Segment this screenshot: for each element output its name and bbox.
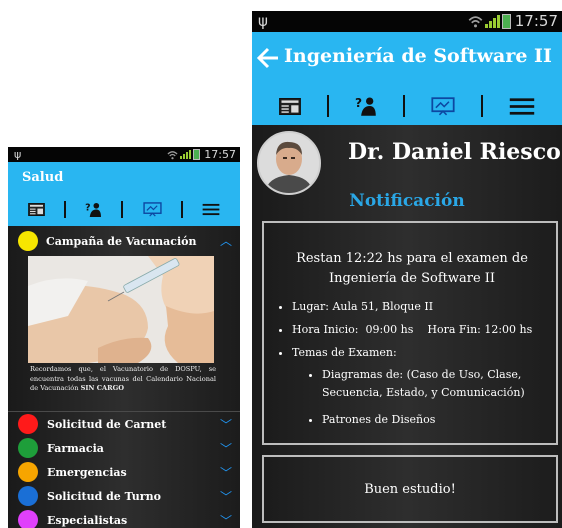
caption-emphasis: SIN CARGO bbox=[80, 384, 124, 392]
toolbar-divider bbox=[481, 95, 483, 117]
menu-icon[interactable] bbox=[202, 203, 220, 216]
icon-toolbar: ? bbox=[8, 193, 240, 226]
status-dot-orange bbox=[18, 462, 38, 482]
right-phone: ψ 17:57 Ingeniería de Software II ? Dr. … bbox=[252, 11, 562, 528]
menu-item-label: Farmacia bbox=[47, 441, 104, 455]
back-arrow-icon[interactable] bbox=[256, 47, 280, 69]
toolbar-divider bbox=[121, 201, 124, 218]
app-bar: Salud bbox=[8, 162, 240, 193]
menu-item-label: Solicitud de Carnet bbox=[47, 417, 167, 431]
caption: Recordamos que, el Vacunatorio de DOSPU,… bbox=[30, 365, 216, 394]
status-dot-pink bbox=[18, 510, 38, 528]
status-dot-blue bbox=[18, 486, 38, 506]
left-phone: ψ 17:57 Salud ? Campaña de Vacunación ︿ … bbox=[8, 147, 240, 528]
closing-message-box: Buen estudio! bbox=[262, 455, 558, 523]
teacher-name: Dr. Daniel Riesco bbox=[348, 139, 561, 165]
usb-icon: ψ bbox=[14, 148, 22, 161]
app-title: Salud bbox=[22, 170, 64, 185]
menu-icon[interactable] bbox=[509, 97, 535, 116]
app-title: Ingeniería de Software II bbox=[284, 45, 552, 67]
notification-title: Notificación bbox=[349, 191, 465, 211]
message-intro: Restan 12:22 hs para el examen de Ingeni… bbox=[296, 251, 528, 286]
toolbar-divider bbox=[63, 201, 66, 218]
status-dot-yellow bbox=[18, 231, 38, 251]
vaccination-image bbox=[28, 256, 214, 363]
menu-item-label: Solicitud de Turno bbox=[47, 489, 161, 503]
status-bar: ψ 17:57 bbox=[252, 11, 562, 32]
chevron-down-icon[interactable]: ﹀ bbox=[220, 488, 232, 505]
presentation-icon[interactable] bbox=[143, 202, 162, 217]
chevron-down-icon[interactable]: ﹀ bbox=[220, 464, 232, 481]
question-person-icon[interactable]: ? bbox=[85, 202, 102, 217]
battery-icon bbox=[193, 149, 201, 160]
menu-item-label: Emergencias bbox=[47, 465, 127, 479]
message-bullets: Lugar: Aula 51, Bloque II Hora Inicio: 0… bbox=[274, 295, 550, 364]
bullet-item: Lugar: Aula 51, Bloque II bbox=[292, 295, 550, 318]
signal-icon bbox=[180, 150, 192, 159]
presentation-icon[interactable] bbox=[431, 96, 455, 116]
newspaper-icon[interactable] bbox=[279, 97, 301, 115]
toolbar-divider bbox=[327, 95, 329, 117]
avatar bbox=[257, 131, 321, 195]
battery-icon bbox=[501, 14, 511, 29]
menu-item-solicitud-turno[interactable]: Solicitud de Turno ﹀ bbox=[8, 484, 240, 508]
closing-text: Buen estudio! bbox=[364, 481, 456, 497]
chevron-down-icon[interactable]: ﹀ bbox=[220, 512, 232, 528]
svg-text:?: ? bbox=[85, 202, 90, 213]
signal-icon bbox=[484, 15, 500, 28]
section-campaign-header[interactable]: Campaña de Vacunación ︿ bbox=[8, 230, 240, 252]
menu-item-solicitud-carnet[interactable]: Solicitud de Carnet ﹀ bbox=[8, 412, 240, 436]
status-time: 17:57 bbox=[514, 12, 558, 30]
content-area: Dr. Daniel Riesco Notificación Restan 12… bbox=[252, 125, 562, 528]
chevron-up-icon[interactable]: ︿ bbox=[220, 232, 232, 249]
status-bar: ψ 17:57 bbox=[8, 147, 240, 162]
section-label: Campaña de Vacunación bbox=[46, 234, 197, 248]
notification-message-box: Restan 12:22 hs para el examen de Ingeni… bbox=[262, 221, 558, 445]
menu-item-farmacia[interactable]: Farmacia ﹀ bbox=[8, 436, 240, 460]
content-area: Campaña de Vacunación ︿ Recordamos que, … bbox=[8, 226, 240, 528]
sub-bullet-item: Diagramas de: (Caso de Uso, Clase, Secue… bbox=[322, 366, 550, 402]
chevron-down-icon[interactable]: ﹀ bbox=[220, 440, 232, 457]
menu-item-emergencias[interactable]: Emergencias ﹀ bbox=[8, 460, 240, 484]
bullet-item: Hora Inicio: 09:00 hs Hora Fin: 12:00 hs bbox=[292, 318, 550, 341]
menu-item-especialistas[interactable]: Especialistas ﹀ bbox=[8, 508, 240, 528]
menu-item-label: Especialistas bbox=[47, 513, 128, 527]
message-sub-bullets: Diagramas de: (Caso de Uso, Clase, Secue… bbox=[274, 366, 550, 429]
toolbar-divider bbox=[181, 201, 184, 218]
status-dot-red bbox=[18, 414, 38, 434]
toolbar-divider bbox=[403, 95, 405, 117]
wifi-icon bbox=[468, 16, 483, 28]
wifi-icon bbox=[167, 150, 178, 159]
question-person-icon[interactable]: ? bbox=[355, 96, 377, 116]
sub-bullet-item: Patrones de Diseños bbox=[322, 411, 550, 429]
chevron-down-icon[interactable]: ﹀ bbox=[220, 416, 232, 433]
newspaper-icon[interactable] bbox=[27, 203, 45, 216]
status-time: 17:57 bbox=[204, 148, 236, 161]
svg-text:?: ? bbox=[355, 96, 362, 110]
bullet-item: Temas de Examen: bbox=[292, 341, 550, 364]
icon-toolbar: ? bbox=[252, 87, 562, 125]
status-dot-green bbox=[18, 438, 38, 458]
app-bar: Ingeniería de Software II bbox=[252, 32, 562, 87]
usb-icon: ψ bbox=[258, 12, 268, 30]
